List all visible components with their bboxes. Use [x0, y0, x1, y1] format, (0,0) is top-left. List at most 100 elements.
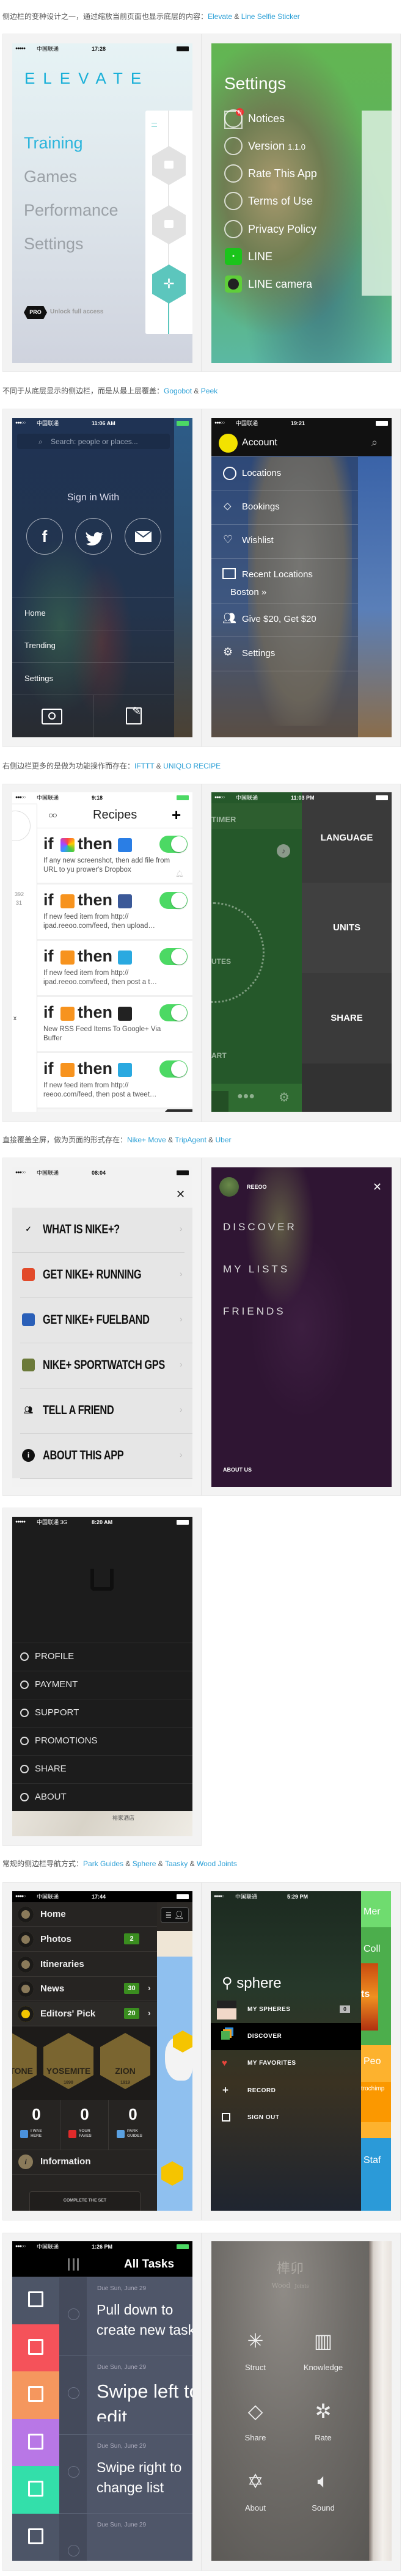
menu-item-home[interactable]: Home — [24, 608, 46, 618]
menu-item-friends[interactable]: FRIENDS — [223, 1305, 286, 1318]
menu-item-share[interactable]: SHARE — [12, 1755, 192, 1783]
menu-item-my-lists[interactable]: MY LISTS — [223, 1263, 290, 1275]
stat-park-guides[interactable]: 0 PARK GUIDES — [109, 2100, 157, 2150]
recipe-toggle[interactable] — [159, 948, 188, 965]
menu-item[interactable]: i ABOUT THIS APP › — [12, 1434, 192, 1478]
link-gogobot[interactable]: Gogobot — [164, 387, 192, 395]
unlock-link[interactable]: Unlock full access — [50, 308, 103, 315]
menu-item-home[interactable]: Home — [12, 1902, 157, 1927]
menu-item[interactable]: NIKE+ SPORTWATCH GPS › — [12, 1343, 192, 1388]
avatar[interactable] — [219, 1177, 239, 1197]
settings-item-privacy[interactable]: Privacy Policy — [248, 223, 316, 236]
map-pin[interactable] — [161, 2161, 183, 2186]
menu-item-my-spheres[interactable]: MY SPHERES — [247, 2006, 290, 2013]
task-title[interactable]: Pull down to create new task — [97, 2300, 192, 2343]
category-chart[interactable] — [12, 2513, 59, 2561]
recipe-row[interactable]: if then If any new screenshot, then add fi… — [37, 828, 192, 885]
task-checkbox[interactable] — [68, 2466, 79, 2478]
link-taasky[interactable]: Taasky — [165, 1859, 188, 1868]
category-cart[interactable] — [12, 2466, 59, 2514]
recipe-row[interactable]: if then If new feed item from http:// reeo… — [37, 1053, 192, 1109]
menu-item-settings[interactable]: Settings — [242, 648, 275, 659]
menu-item-language[interactable]: LANGUAGE — [302, 833, 392, 843]
music-icon[interactable]: ♪ — [277, 844, 290, 858]
complete-the-set-button[interactable]: COMPLETE THE SET — [29, 2191, 141, 2211]
scaled-page-preview[interactable] — [362, 111, 392, 296]
menu-item-support[interactable]: SUPPORT — [12, 1699, 192, 1727]
menu-item[interactable]: 👥︎ TELL A FRIEND › — [12, 1388, 192, 1433]
menu-icon[interactable] — [68, 2258, 79, 2271]
menu-item-struct[interactable]: ✳ Struct — [231, 2328, 280, 2377]
park-badge-yellowstone[interactable]: STONE872 — [12, 2033, 37, 2089]
recent-location-boston[interactable]: Boston » — [230, 587, 266, 597]
menu-icon[interactable] — [152, 123, 157, 127]
list-profile-toggle[interactable]: ≣ 👤︎ — [161, 1907, 189, 1923]
scaled-page-preview[interactable]: ✛ — [145, 111, 192, 334]
category-home[interactable] — [12, 2324, 59, 2372]
recipe-row[interactable]: if then If new feed item from http:// ipad… — [37, 941, 192, 997]
task-title[interactable]: Swipe left to edit — [97, 2379, 192, 2421]
menu-item-wishlist[interactable]: Wishlist — [242, 535, 274, 545]
avatar[interactable] — [217, 2001, 236, 2020]
avatar[interactable] — [219, 434, 238, 453]
link-nike-move[interactable]: Nike+ Move — [127, 1136, 166, 1144]
camera-button[interactable] — [42, 709, 62, 724]
add-icon[interactable]: + — [172, 806, 181, 825]
link-peek[interactable]: Peek — [201, 387, 217, 395]
menu-item-record[interactable]: RECORD — [247, 2087, 276, 2094]
menu-item-settings[interactable]: Settings — [24, 235, 84, 254]
menu-item-information[interactable]: Information — [40, 2156, 91, 2167]
menu-item-my-favorites[interactable]: MY FAVORITES — [247, 2060, 296, 2067]
about-us-link[interactable]: ABOUT US — [223, 1467, 252, 1473]
gear-icon[interactable]: ⚙ — [279, 1090, 290, 1105]
menu-item-games[interactable]: Games — [24, 167, 77, 186]
menu-item-bookings[interactable]: Bookings — [242, 502, 280, 512]
menu-item[interactable]: ✓ WHAT IS NIKE+? › — [12, 1208, 192, 1252]
settings-item-version[interactable]: Version 1.1.0 — [248, 140, 305, 153]
users-icon[interactable]: ●●● — [237, 1091, 255, 1102]
facebook-button[interactable]: f — [26, 518, 63, 555]
menu-item-trending[interactable]: Trending — [24, 641, 56, 650]
link-sphere[interactable]: Sphere — [133, 1859, 156, 1868]
email-button[interactable] — [125, 518, 161, 555]
category-briefcase[interactable] — [12, 2371, 59, 2419]
park-badge-zion[interactable]: ZION 1919 — [100, 2033, 150, 2089]
link-elevate[interactable]: Elevate — [208, 12, 232, 21]
menu-item-discover[interactable]: DISCOVER — [223, 1221, 297, 1233]
recipe-toggle[interactable] — [159, 836, 188, 853]
menu-item-referral[interactable]: Give $20, Get $20 — [242, 614, 316, 624]
stat-your-faves[interactable]: 0 YOUR FAVES — [60, 2100, 109, 2150]
menu-item-account[interactable]: Account — [242, 437, 277, 448]
menu-item-discover[interactable]: DISCOVER — [247, 2033, 282, 2040]
recipe-row[interactable]: if then New RSS Feed Items To Google+ Via … — [37, 997, 192, 1053]
recipe-toggle[interactable] — [159, 1004, 188, 1021]
task-checkbox[interactable] — [68, 2308, 79, 2320]
menu-item-itineraries[interactable]: Itineraries — [12, 1952, 157, 1977]
link-uber[interactable]: Uber — [216, 1136, 232, 1144]
menu-item-locations[interactable]: Locations — [242, 468, 281, 478]
link-park-guides[interactable]: Park Guides — [83, 1859, 123, 1868]
link-ifttt[interactable]: IFTTT — [134, 762, 154, 770]
menu-item-settings[interactable]: Settings — [24, 674, 53, 683]
bell-icon[interactable]: 🔔︎ — [175, 870, 184, 878]
menu-item-photos[interactable]: Photos 2 — [12, 1927, 157, 1952]
recipe-row[interactable]: if then If new feed item from http:// ipad… — [37, 885, 192, 941]
menu-item[interactable]: GET NIKE+ RUNNING › — [12, 1253, 192, 1297]
park-badge-yosemite[interactable]: YOSEMITE 1890 — [43, 2033, 93, 2089]
menu-item-knowledge[interactable]: ▥ Knowledge — [299, 2328, 348, 2377]
close-icon[interactable]: x — [13, 1015, 16, 1022]
menu-item-about[interactable]: ✡ About — [231, 2468, 280, 2517]
menu-item-profile[interactable]: PROFILE — [12, 1643, 192, 1671]
menu-item-editorspick[interactable]: Editors' Pick 20 › — [12, 2002, 157, 2027]
menu-item-recent-locations[interactable]: Recent Locations — [242, 569, 313, 580]
pro-badge[interactable]: PRO — [24, 306, 47, 319]
menu-item-training[interactable]: Training — [24, 134, 83, 153]
twitter-button[interactable] — [75, 518, 112, 555]
glasses-icon[interactable]: ○○ — [48, 810, 57, 820]
menu-item-news[interactable]: News 30 › — [12, 1977, 157, 2002]
menu-item-about[interactable]: ABOUT — [12, 1783, 192, 1811]
category-people[interactable] — [12, 2418, 59, 2467]
menu-item-rate[interactable]: ✲ Rate — [299, 2398, 348, 2447]
menu-item-performance[interactable]: Performance — [24, 201, 119, 220]
task-title[interactable]: Swipe right to change list — [97, 2457, 192, 2500]
